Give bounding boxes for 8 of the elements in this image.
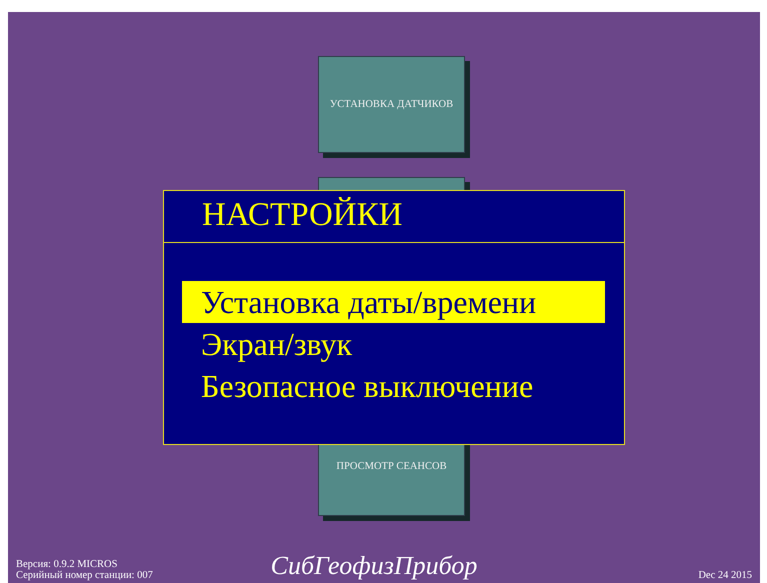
serial-number-text: Серийный номер станции: 007 — [16, 570, 154, 581]
menu-item[interactable]: Безопасное выключение — [182, 365, 605, 407]
menu-item[interactable]: Установка даты/времени — [182, 281, 605, 323]
company-logo: СибГеофизПрибор — [270, 551, 478, 581]
version-text: Версия: 0.9.2 MICROS — [16, 559, 118, 570]
date-text: Dec 24 2015 — [698, 570, 752, 581]
menu-item[interactable]: Экран/звук — [182, 323, 605, 365]
dialog-title: НАСТРОЙКИ — [164, 191, 624, 243]
